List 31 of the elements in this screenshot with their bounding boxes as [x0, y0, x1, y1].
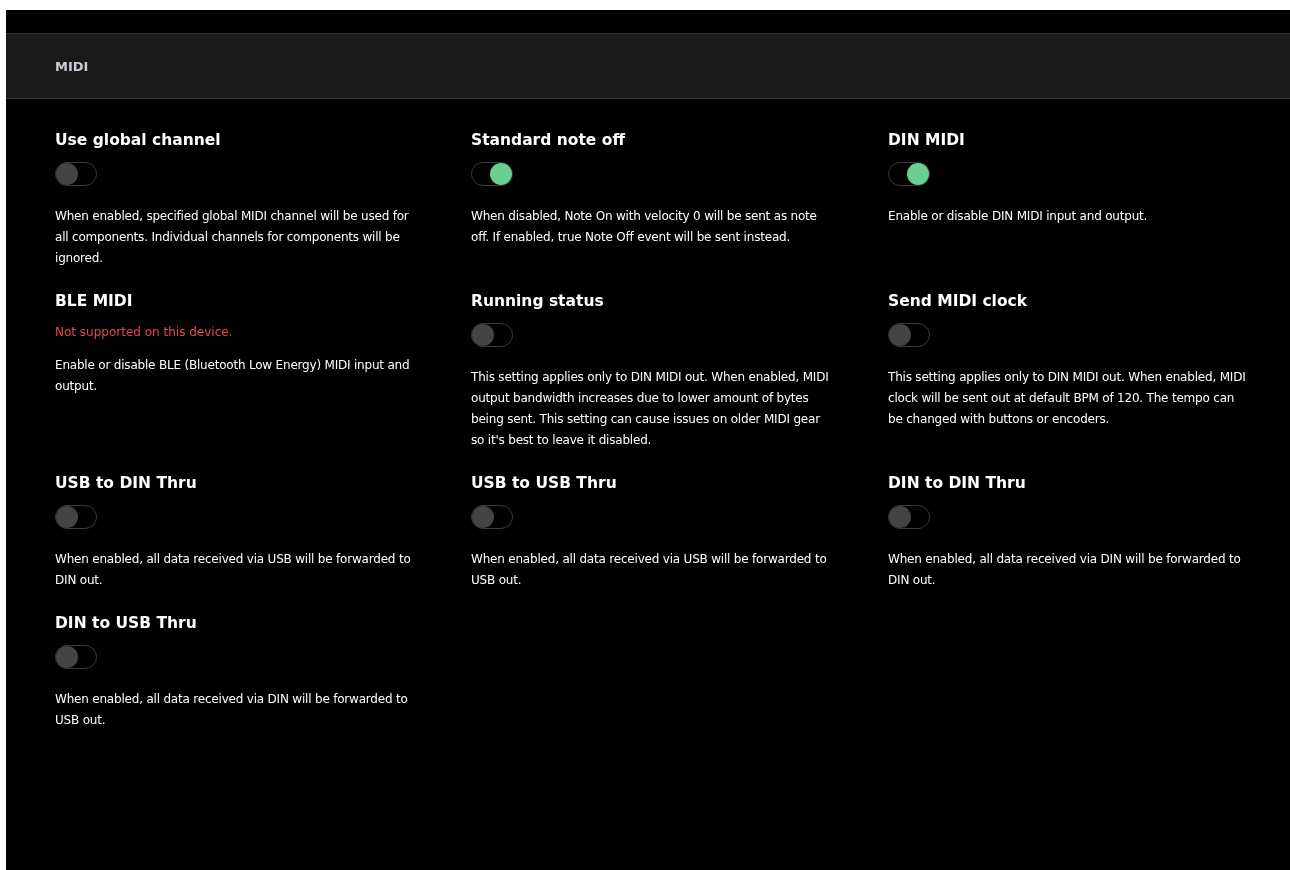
setting-title: Use global channel [55, 130, 221, 150]
toggle-switch[interactable] [55, 505, 97, 529]
setting-title: DIN to DIN Thru [888, 473, 1026, 493]
setting-title: DIN to USB Thru [55, 613, 197, 633]
setting-description: This setting applies only to DIN MIDI out. When enabled, MIDI output bandwidth increases due to lower amount of bytes being sent. This setting can cause issues on older MIDI gear so it's best to leave it disabled. [471, 369, 830, 449]
warning-text: Not supported on this device. [55, 324, 233, 341]
setting-description: Enable or disable BLE (Bluetooth Low Energy) MIDI input and output. [55, 357, 411, 395]
setting-title: Send MIDI clock [888, 291, 1028, 311]
setting-title: Standard note off [471, 130, 625, 150]
toggle-switch[interactable] [55, 162, 97, 186]
setting-title: USB to DIN Thru [55, 473, 197, 493]
setting-description: This setting applies only to DIN MIDI out. When enabled, MIDI clock will be sent out at default BPM of 120. The tempo can be changed with buttons or encoders. [888, 369, 1247, 428]
setting-description: When disabled, Note On with velocity 0 will be sent as note off. If enabled, true Note Off event will be sent instead. [471, 208, 818, 246]
setting-description: When enabled, specified global MIDI channel will be used for all components. Individual channels for components will be ignored. [55, 208, 410, 267]
setting-description: Enable or disable DIN MIDI input and output. [888, 208, 1148, 225]
toggle-switch[interactable] [888, 323, 930, 347]
setting-title: Running status [471, 291, 604, 311]
toggle-switch[interactable] [55, 645, 97, 669]
toggle-switch[interactable] [888, 162, 930, 186]
setting-title: USB to USB Thru [471, 473, 617, 493]
toggle-switch[interactable] [471, 505, 513, 529]
setting-description: When enabled, all data received via USB will be forwarded to USB out. [471, 551, 828, 589]
setting-description: When enabled, all data received via USB will be forwarded to DIN out. [55, 551, 412, 589]
setting-description: When enabled, all data received via DIN will be forwarded to DIN out. [888, 551, 1242, 589]
toggle-switch[interactable] [471, 323, 513, 347]
toggle-switch[interactable] [888, 505, 930, 529]
setting-description: When enabled, all data received via DIN will be forwarded to USB out. [55, 691, 409, 729]
toggle-switch[interactable] [471, 162, 513, 186]
setting-title: BLE MIDI [55, 291, 133, 311]
setting-title: DIN MIDI [888, 130, 965, 150]
section-title: MIDI [55, 58, 89, 74]
